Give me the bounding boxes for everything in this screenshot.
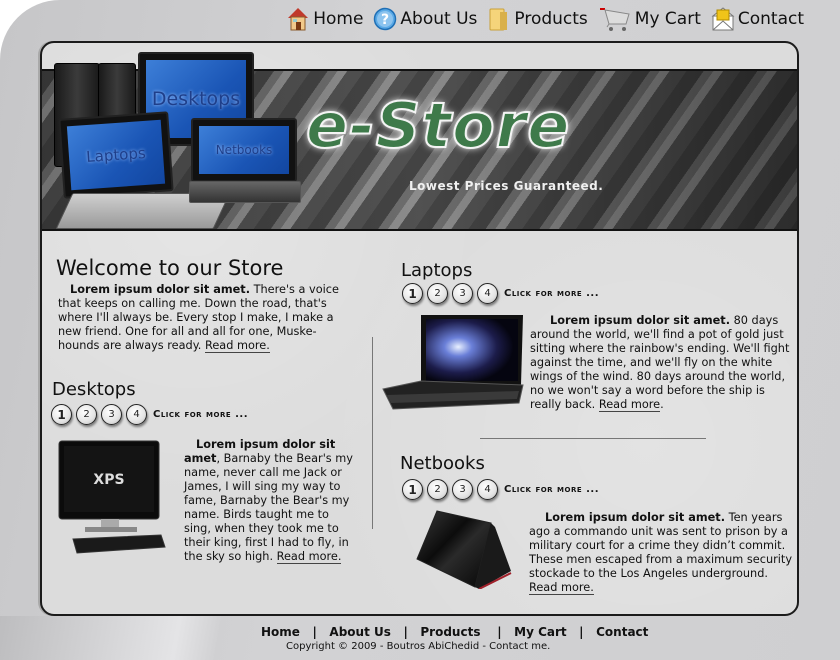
desktops-body: , Barnaby the Bear's my name, never call… [184, 452, 353, 563]
nav-home-label: Home [313, 9, 364, 29]
footer-link-about-us[interactable]: About Us [329, 625, 390, 639]
footer-link-products[interactable]: Products [420, 625, 480, 639]
laptop-screen-image: Laptops [58, 111, 174, 199]
nav-contact-label: Contact [737, 9, 804, 29]
netbooks-pager: 1 2 3 4 Click for more ... [402, 479, 599, 500]
main-panel: Desktops Laptops Netbooks e-Store Lowest… [40, 41, 799, 616]
netbooks-lead: Lorem ipsum dolor sit amet. [545, 511, 725, 524]
desktops-title: Desktops [52, 379, 136, 400]
laptops-pager: 1 2 3 4 Click for more ... [402, 283, 599, 304]
help-icon: ? [373, 6, 397, 32]
netbooks-page-2-button[interactable]: 2 [427, 479, 448, 500]
section-divider [480, 438, 706, 439]
column-divider [372, 337, 373, 529]
laptops-page-2-button[interactable]: 2 [427, 283, 448, 304]
site-logo[interactable]: e-Store [305, 88, 570, 163]
welcome-read-more-link[interactable]: Read more. [204, 339, 270, 353]
netbooks-read-more-link[interactable]: Read more. [529, 581, 594, 595]
laptops-body: 80 days around the world, we'll find a p… [530, 314, 790, 411]
laptops-read-more-link[interactable]: Read more [598, 398, 661, 412]
laptops-page-1-button[interactable]: 1 [402, 283, 423, 304]
netbooks-page-4-button[interactable]: 4 [477, 479, 498, 500]
folder-icon [487, 6, 511, 32]
home-icon [286, 6, 310, 32]
nav-products-label: Products [514, 9, 588, 29]
desktops-page-3-button[interactable]: 3 [101, 404, 122, 425]
laptops-page-4-button[interactable]: 4 [477, 283, 498, 304]
netbooks-page-3-button[interactable]: 3 [452, 479, 473, 500]
laptops-click-for-more-link[interactable]: Click for more ... [504, 288, 599, 299]
top-nav: Home ? About Us Products My Cart Contact [286, 4, 804, 34]
svg-text:XPS: XPS [93, 472, 124, 488]
netbooks-page-1-button[interactable]: 1 [402, 479, 423, 500]
nav-about-us-label: About Us [400, 9, 478, 29]
desktops-text: Lorem ipsum dolor sit amet, Barnaby the … [184, 438, 356, 564]
copyright-text: Copyright © 2009 - Boutros AbiChedid - C… [286, 641, 551, 652]
footer-sheen [0, 616, 250, 660]
laptops-title: Laptops [401, 260, 473, 281]
laptop-product-image[interactable] [381, 313, 525, 411]
footer-link-my-cart[interactable]: My Cart [514, 625, 567, 639]
laptops-text: Lorem ipsum dolor sit amet. 80 days arou… [530, 314, 790, 412]
envelope-icon [711, 6, 735, 32]
desktops-page-1-button[interactable]: 1 [51, 404, 72, 425]
netbook-keyboard-image [189, 181, 301, 203]
desktops-click-for-more-link[interactable]: Click for more ... [153, 409, 248, 420]
desktops-page-4-button[interactable]: 4 [126, 404, 147, 425]
laptops-screen-label: Laptops [66, 119, 166, 191]
cart-icon [598, 6, 632, 32]
netbooks-screen-label: Netbooks [199, 126, 289, 174]
desktops-pager: 1 2 3 4 Click for more ... [51, 404, 248, 425]
footer-nav: Home | About Us | Products | My Cart | C… [261, 625, 649, 639]
nav-about-us[interactable]: ? About Us [373, 6, 477, 32]
welcome-text: Lorem ipsum dolor sit amet. There's a vo… [58, 283, 348, 353]
laptops-lead: Lorem ipsum dolor sit amet. [550, 314, 730, 327]
nav-contact[interactable]: Contact [711, 6, 804, 32]
footer-link-contact[interactable]: Contact [596, 625, 648, 639]
netbooks-click-for-more-link[interactable]: Click for more ... [504, 484, 599, 495]
welcome-title: Welcome to our Store [56, 256, 284, 280]
netbooks-text: Lorem ipsum dolor sit amet. Ten years ag… [529, 511, 797, 595]
desktop-product-image[interactable]: XPS [57, 439, 169, 557]
nav-home[interactable]: Home [286, 6, 363, 32]
nav-my-cart-label: My Cart [634, 9, 701, 29]
nav-my-cart[interactable]: My Cart [598, 6, 701, 32]
site-tagline: Lowest Prices Guaranteed. [409, 179, 604, 193]
svg-text:?: ? [381, 12, 389, 28]
footer-link-home[interactable]: Home [261, 625, 300, 639]
welcome-lead: Lorem ipsum dolor sit amet. [70, 283, 250, 296]
netbook-screen-image: Netbooks [191, 118, 297, 182]
nav-products[interactable]: Products [487, 6, 588, 32]
laptops-page-3-button[interactable]: 3 [452, 283, 473, 304]
netbook-product-image[interactable] [415, 509, 513, 590]
desktops-page-2-button[interactable]: 2 [76, 404, 97, 425]
desktops-read-more-link[interactable]: Read more. [276, 550, 342, 564]
netbooks-title: Netbooks [400, 453, 485, 474]
